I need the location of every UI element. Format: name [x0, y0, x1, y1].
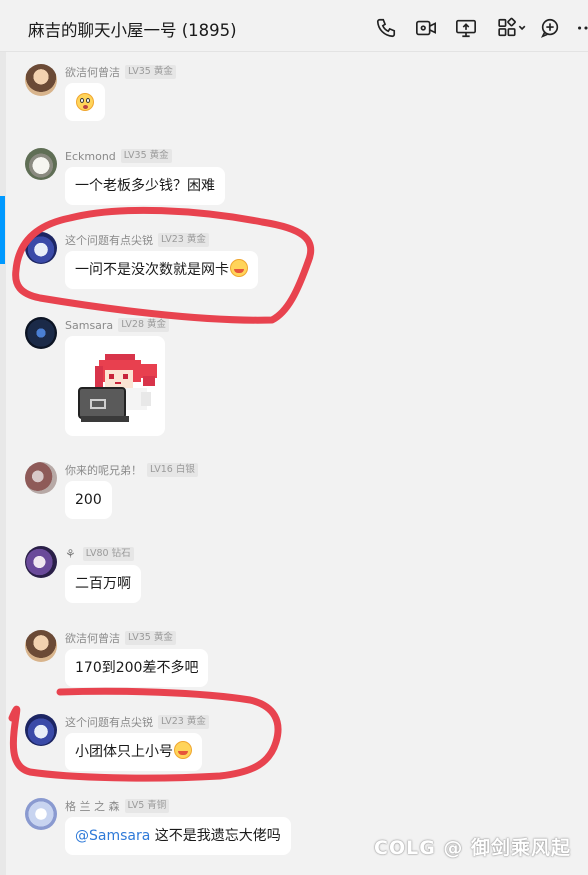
- message-bubble[interactable]: @Samsara 这不是我遗忘大佬吗: [65, 817, 291, 855]
- avatar[interactable]: [25, 798, 57, 830]
- mention-link[interactable]: @Samsara: [75, 828, 150, 844]
- message-bubble[interactable]: 200: [65, 481, 112, 519]
- sender-name: 这个问题有点尖锐: [65, 234, 153, 247]
- message-text: 小团体只上小号: [75, 744, 173, 760]
- message-bubble[interactable]: 一个老板多少钱？困难: [65, 167, 225, 205]
- level-badge: LV5 青铜: [124, 799, 170, 813]
- shocked-face-emoji-icon: [76, 93, 94, 111]
- message-item: 欲洁何曾洁 LV35 黄金 170到200差不多吧: [0, 628, 588, 688]
- avatar[interactable]: [25, 317, 57, 349]
- message-item: 这个问题有点尖锐 LV23 黄金 一问不是没次数就是网卡: [0, 230, 588, 290]
- grimace-emoji-icon: [230, 259, 248, 277]
- sender-meta: 这个问题有点尖锐 LV23 黄金: [65, 232, 209, 248]
- message-item: Eckmond LV35 黄金 一个老板多少钱？困难: [0, 146, 588, 206]
- sender-meta: 这个问题有点尖锐 LV23 黄金: [65, 714, 209, 730]
- message-item: 你来的呢兄弟！ LV16 白银 200: [0, 460, 588, 520]
- message-text: 一问不是没次数就是网卡: [75, 262, 229, 278]
- sender-meta: 欲洁何曾洁 LV35 黄金: [65, 64, 176, 80]
- avatar[interactable]: [25, 630, 57, 662]
- message-bubble[interactable]: 一问不是没次数就是网卡: [65, 251, 258, 289]
- sender-meta: Eckmond LV35 黄金: [65, 148, 172, 164]
- message-bubble[interactable]: 小团体只上小号: [65, 733, 202, 771]
- message-item: 这个问题有点尖锐 LV23 黄金 小团体只上小号: [0, 712, 588, 772]
- apps-icon[interactable]: [492, 14, 532, 42]
- avatar[interactable]: [25, 714, 57, 746]
- level-badge: LV16 白银: [147, 463, 198, 477]
- sender-name: 这个问题有点尖锐: [65, 716, 153, 729]
- more-icon[interactable]: [572, 14, 588, 42]
- level-badge: LV35 黄金: [120, 149, 172, 163]
- sticker-bubble[interactable]: [65, 83, 105, 121]
- message-text: 这不是我遗忘大佬吗: [154, 828, 281, 844]
- video-call-icon[interactable]: [412, 14, 440, 42]
- phone-icon[interactable]: [372, 14, 400, 42]
- watermark: COLG @ 御剑乘风起: [374, 837, 572, 859]
- sender-name: Samsara: [65, 318, 114, 332]
- add-member-icon[interactable]: [536, 14, 564, 42]
- sender-name: 欲洁何曾洁: [65, 632, 120, 645]
- level-badge: LV23 黄金: [158, 715, 209, 729]
- sender-meta: 格 兰 之 森 LV5 青铜: [65, 798, 170, 814]
- sender-meta: 欲洁何曾洁 LV35 黄金: [65, 630, 176, 646]
- sender-meta: ⚘ LV80 钻石: [65, 546, 134, 562]
- avatar[interactable]: [25, 64, 57, 96]
- message-item: 欲洁何曾洁 LV35 黄金: [0, 62, 588, 122]
- avatar[interactable]: [25, 462, 57, 494]
- message-item: ⚘ LV80 钻石 二百万啊: [0, 544, 588, 604]
- sender-meta: 你来的呢兄弟！ LV16 白银: [65, 462, 198, 478]
- screen-share-icon[interactable]: [452, 14, 480, 42]
- nickname-symbol-icon: ⚘: [65, 547, 76, 561]
- grimace-emoji-icon: [174, 741, 192, 759]
- sender-name: 你来的呢兄弟！: [65, 464, 142, 477]
- sender-meta: Samsara LV28 黄金: [65, 317, 170, 333]
- level-badge: LV28 黄金: [118, 318, 170, 332]
- avatar[interactable]: [25, 232, 57, 264]
- level-badge: LV35 黄金: [125, 631, 176, 645]
- pixel-girl-laptop-sticker: [78, 354, 157, 422]
- chat-title: 麻吉的聊天小屋一号 (1895): [28, 21, 237, 40]
- sender-name: 格 兰 之 森: [65, 800, 120, 813]
- chat-header: 麻吉的聊天小屋一号 (1895): [0, 0, 588, 52]
- avatar[interactable]: [25, 148, 57, 180]
- sender-name: 欲洁何曾洁: [65, 66, 120, 79]
- message-bubble[interactable]: 170到200差不多吧: [65, 649, 209, 687]
- avatar[interactable]: [25, 546, 57, 578]
- level-badge: LV80 钻石: [82, 547, 134, 561]
- message-item: Samsara LV28 黄金: [0, 315, 588, 440]
- level-badge: LV23 黄金: [158, 233, 209, 247]
- sticker-bubble[interactable]: [65, 336, 165, 436]
- message-bubble[interactable]: 二百万啊: [65, 565, 141, 603]
- level-badge: LV35 黄金: [125, 65, 176, 79]
- sender-name: Eckmond: [65, 149, 116, 163]
